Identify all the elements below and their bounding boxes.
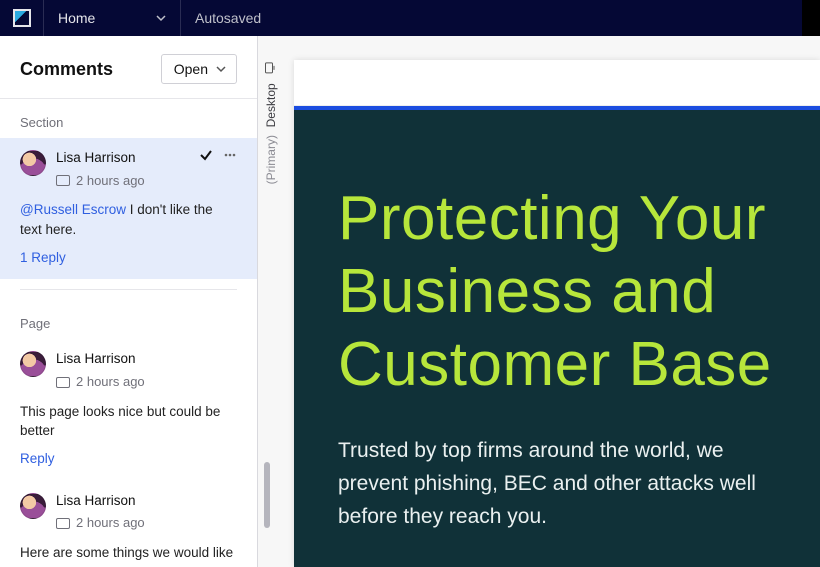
comment-body: Here are some things we would like chang… (20, 543, 237, 567)
comment-header: Lisa Harrison 2 hours ago (20, 349, 237, 391)
comment-actions (199, 148, 237, 162)
comment-author-block: Lisa Harrison 2 hours ago (56, 491, 145, 533)
resolve-icon[interactable] (199, 148, 213, 162)
comments-title: Comments (20, 59, 113, 80)
avatar (20, 493, 46, 519)
document-icon (56, 175, 70, 186)
comment-item[interactable]: Lisa Harrison 2 hours ago This page look… (0, 339, 257, 480)
comment-body: @Russell Escrow I don't like the text he… (20, 200, 237, 239)
comment-mention[interactable]: @Russell Escrow (20, 202, 126, 217)
hero-title: Protecting Your Business and Customer Ba… (338, 182, 780, 401)
comments-panel: Comments Open Section Lisa Harrison 2 ho… (0, 36, 258, 567)
comment-time: 2 hours ago (76, 172, 145, 191)
page-preview-frame[interactable]: Protecting Your Business and Customer Ba… (294, 60, 820, 567)
comments-group-label: Section (0, 99, 257, 138)
comment-time: 2 hours ago (76, 373, 145, 392)
comment-header: Lisa Harrison 2 hours ago (20, 148, 237, 190)
canvas-area[interactable]: (Primary) Desktop Protecting Your Busine… (258, 36, 820, 567)
app-logo-icon (13, 9, 31, 27)
chevron-down-icon (216, 64, 226, 74)
top-bar: Home Autosaved (0, 0, 820, 36)
document-icon (56, 518, 70, 529)
comment-replies-link[interactable]: 1 Reply (20, 248, 66, 268)
comment-meta: 2 hours ago (56, 172, 145, 191)
breadcrumb-home[interactable]: Home (44, 0, 181, 36)
preview-browser-bar (294, 60, 820, 106)
breakpoint-secondary-label: (Primary) (264, 135, 278, 184)
comment-item[interactable]: Lisa Harrison 2 hours ago @Russell (0, 138, 257, 279)
comments-header: Comments Open (0, 36, 257, 99)
document-icon (56, 377, 70, 388)
avatar (20, 150, 46, 176)
app-logo-cell[interactable] (0, 0, 44, 36)
hero-section: Protecting Your Business and Customer Ba… (294, 106, 820, 567)
desktop-icon (264, 62, 279, 74)
comment-meta: 2 hours ago (56, 514, 145, 533)
comment-item[interactable]: Lisa Harrison 2 hours ago Here are some … (0, 481, 257, 567)
comment-author-block: Lisa Harrison 2 hours ago (56, 148, 145, 190)
comment-time: 2 hours ago (76, 514, 145, 533)
comment-author: Lisa Harrison (56, 148, 145, 168)
comment-author: Lisa Harrison (56, 349, 145, 369)
comment-body: This page looks nice but could be better (20, 402, 237, 441)
comment-text: Here are some things we would like chang… (20, 545, 233, 567)
comments-filter-dropdown[interactable]: Open (161, 54, 237, 84)
autosave-status-label: Autosaved (195, 10, 261, 26)
avatar (20, 351, 46, 377)
comment-reply-link[interactable]: Reply (20, 449, 55, 469)
hero-subtitle: Trusted by top firms around the world, w… (338, 435, 768, 533)
comments-group-label: Page (0, 300, 257, 339)
comments-filter-label: Open (174, 61, 208, 77)
comment-author-block: Lisa Harrison 2 hours ago (56, 349, 145, 391)
panel-scrollbar-handle[interactable] (264, 462, 270, 528)
main-layout: Comments Open Section Lisa Harrison 2 ho… (0, 36, 820, 567)
comment-header: Lisa Harrison 2 hours ago (20, 491, 237, 533)
divider (20, 289, 237, 290)
breadcrumb-home-label: Home (58, 10, 95, 26)
comment-meta: 2 hours ago (56, 373, 145, 392)
autosave-status: Autosaved (181, 0, 802, 36)
chevron-down-icon (156, 13, 166, 23)
more-icon[interactable] (223, 148, 237, 162)
topbar-right-block (802, 0, 820, 36)
breakpoint-rail[interactable]: (Primary) Desktop (264, 60, 278, 184)
comment-author: Lisa Harrison (56, 491, 145, 511)
breakpoint-primary-label: Desktop (264, 83, 278, 127)
